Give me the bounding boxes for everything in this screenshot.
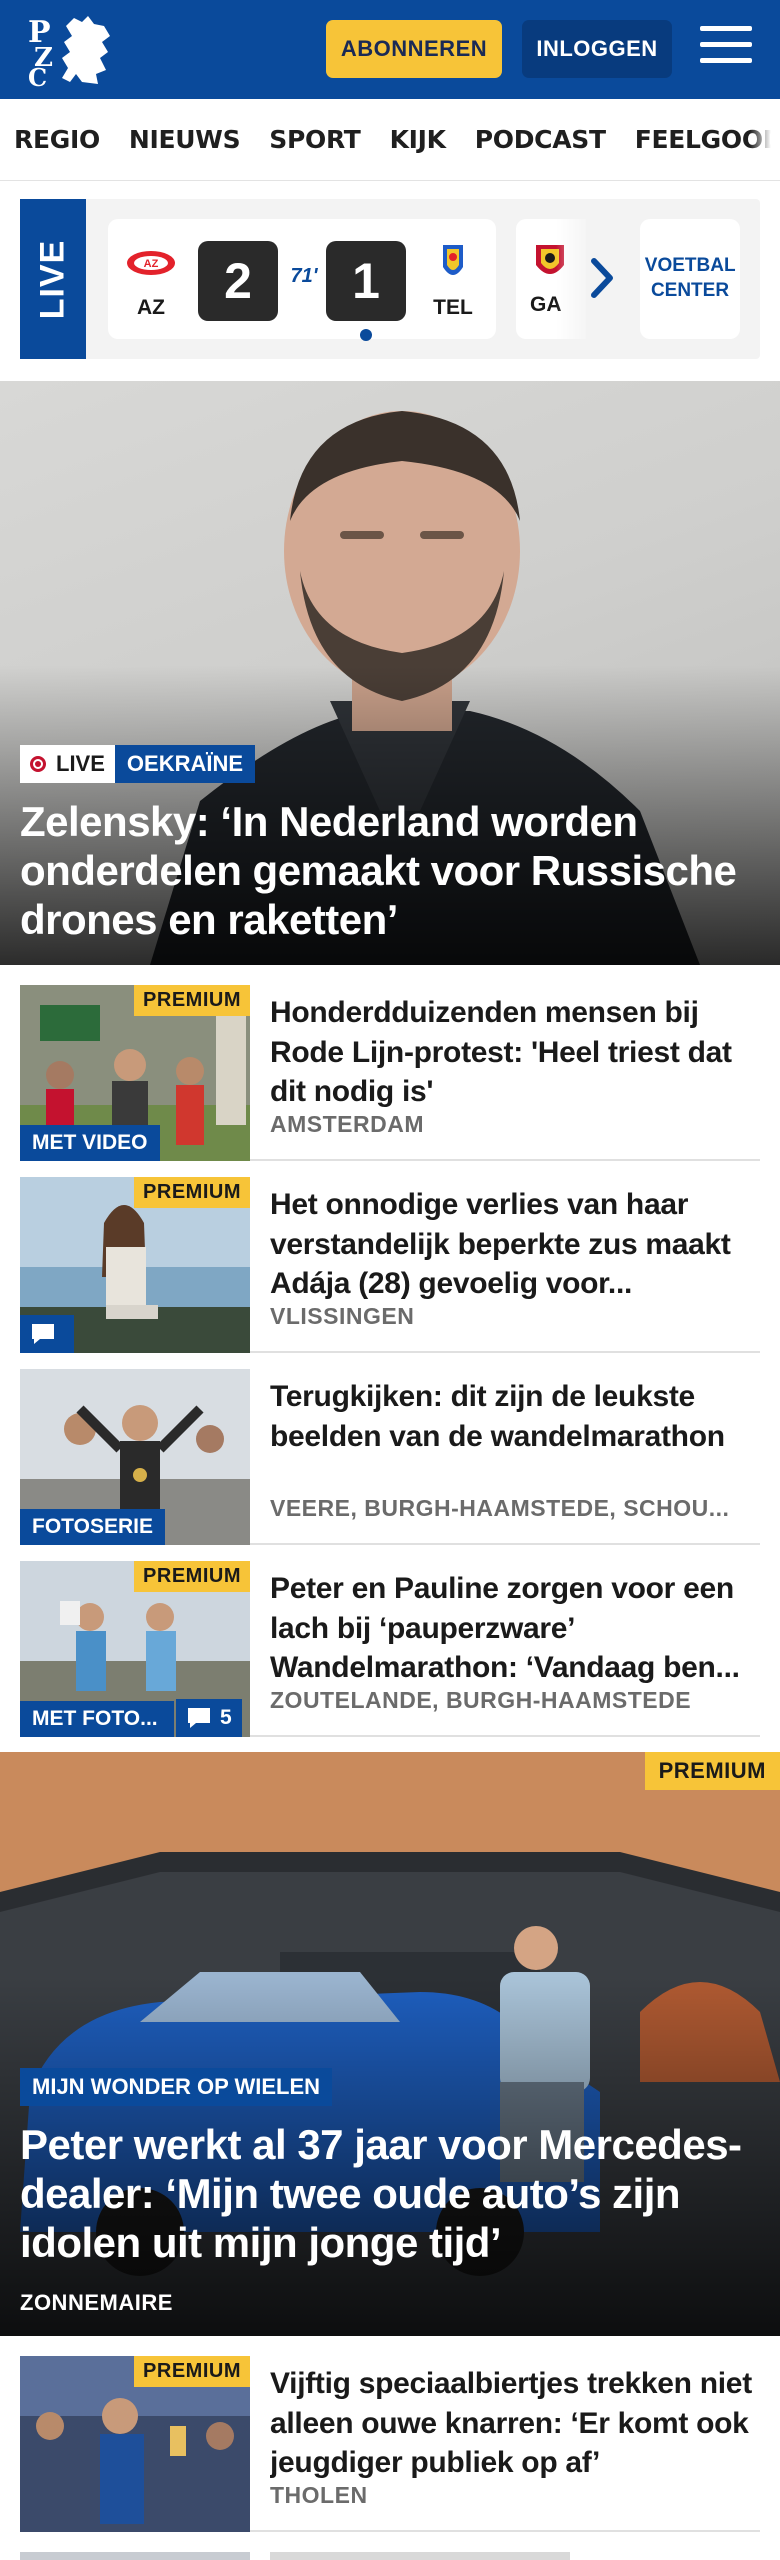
- article-thumbnail: PREMIUM MET VIDEO: [20, 985, 250, 1161]
- voetbal-center-button[interactable]: VOETBAL CENTER: [640, 219, 740, 339]
- comment-icon: [188, 1708, 210, 1728]
- list-item[interactable]: PREMIUM MET FOTO... 5 Peter en Pauline z…: [20, 1561, 760, 1737]
- live-tab-label: LIVE: [33, 239, 72, 319]
- nav-item-podcast[interactable]: PODCAST: [475, 125, 606, 154]
- article-thumbnail: PREMIUM: [20, 1177, 250, 1353]
- hero-article[interactable]: LIVE OEKRAÏNE Zelensky: ‘In Nederland wo…: [0, 381, 780, 965]
- top-header: P Z C ABONNEREN INLOGGEN: [0, 0, 780, 99]
- nav-item-regio[interactable]: REGIO: [14, 125, 100, 154]
- section-nav: REGIO NIEUWS SPORT KIJK PODCAST FEELGOOD: [0, 99, 780, 181]
- subscribe-button[interactable]: ABONNEREN: [326, 20, 502, 78]
- comment-count-badge: 5: [176, 1699, 242, 1737]
- match-minute: 71': [290, 265, 318, 287]
- away-team-abbr: TEL: [433, 296, 473, 319]
- feature-labels: MIJN WONDER OP WIELEN: [20, 2068, 333, 2106]
- live-dot-icon: [30, 756, 46, 772]
- away-score: 1: [326, 241, 406, 321]
- comment-icon: [32, 1324, 54, 1344]
- nav-item-kijk[interactable]: KIJK: [390, 125, 446, 154]
- feature-article[interactable]: PREMIUM MIJN WONDER OP WIELEN Peter werk…: [0, 1752, 780, 2336]
- home-team: AZ AZ: [116, 243, 186, 320]
- home-team-abbr: AZ: [137, 296, 165, 319]
- article-location: THOLEN: [270, 2482, 368, 2508]
- away-team: TEL: [418, 243, 488, 320]
- live-indicator-dot: [360, 329, 372, 341]
- nav-item-sport[interactable]: SPORT: [269, 125, 361, 154]
- article-title[interactable]: Honderdduizenden mensen bij Rode Lijn-pr…: [270, 993, 756, 1113]
- video-tag: MET VIDEO: [20, 1125, 160, 1161]
- comment-count: 5: [220, 1706, 232, 1729]
- article-thumbnail: PREMIUM MET FOTO... 5: [20, 1561, 250, 1737]
- svg-text:C: C: [28, 63, 47, 88]
- list-item[interactable]: PREMIUM Het onnodige verlies van haar ve…: [20, 1177, 760, 1353]
- hero-title[interactable]: Zelensky: ‘In Nederland worden onderdele…: [20, 797, 760, 944]
- article-title[interactable]: Het onnodige verlies van haar verstandel…: [270, 1185, 756, 1305]
- home-score: 2: [198, 241, 278, 321]
- list-item[interactable]: FOTOSERIE Terugkijken: dit zijn de leuks…: [20, 1369, 760, 1545]
- list-item[interactable]: PREMIUM MET VIDEO Honderdduizenden mense…: [20, 985, 760, 1161]
- hamburger-menu-icon[interactable]: [700, 26, 752, 72]
- article-title[interactable]: Vijftig speciaalbiertjes trekken niet al…: [270, 2364, 756, 2484]
- live-label-text: LIVE: [56, 751, 105, 776]
- hero-category-label: OEKRAÏNE: [114, 745, 256, 783]
- list-item[interactable]: PREMIUM Vijftig speciaalbiertjes trekken…: [20, 2356, 760, 2532]
- article-location: AMSTERDAM: [270, 1111, 424, 1137]
- photo-tag: MET FOTO...: [20, 1701, 174, 1737]
- premium-badge: PREMIUM: [134, 2356, 250, 2387]
- live-scores-strip: LIVE AZ AZ 2 71' 1 TEL GA VOETBAL CENTER: [20, 199, 760, 359]
- photo-series-tag: FOTOSERIE: [20, 1509, 165, 1545]
- article-thumbnail: FOTOSERIE: [20, 1369, 250, 1545]
- az-crest-icon: AZ: [127, 251, 175, 275]
- article-title[interactable]: Peter en Pauline zorgen voor een lach bi…: [270, 1569, 756, 1689]
- match-card-az-tel[interactable]: AZ AZ 2 71' 1 TEL: [108, 219, 496, 341]
- article-thumbnail: PREMIUM: [20, 2356, 250, 2532]
- live-label: LIVE: [20, 745, 115, 783]
- comment-badge: [20, 1315, 74, 1353]
- nav-item-nieuws[interactable]: NIEUWS: [129, 125, 241, 154]
- hero-labels: LIVE OEKRAÏNE: [20, 745, 256, 783]
- next-item-thumbnail-peek: [20, 2552, 250, 2560]
- premium-badge: PREMIUM: [134, 1561, 250, 1592]
- next-item-title-peek: [270, 2552, 570, 2560]
- svg-text:AZ: AZ: [144, 258, 159, 270]
- live-tab[interactable]: LIVE: [20, 199, 86, 359]
- chevron-right-icon[interactable]: [588, 255, 618, 301]
- login-button[interactable]: INLOGGEN: [522, 20, 672, 78]
- nav-fade: [750, 99, 780, 180]
- article-location: VEERE, BURGH-HAAMSTEDE, SCHOU...: [270, 1495, 730, 1521]
- pzc-logo[interactable]: P Z C: [26, 12, 116, 88]
- feature-location: ZONNEMAIRE: [20, 2290, 173, 2315]
- feature-category-label: MIJN WONDER OP WIELEN: [20, 2068, 333, 2106]
- article-location: ZOUTELANDE, BURGH-HAAMSTEDE: [270, 1687, 692, 1713]
- premium-badge: PREMIUM: [644, 1752, 780, 1790]
- article-location: VLISSINGEN: [270, 1303, 415, 1329]
- telstar-crest-icon: [443, 245, 463, 275]
- feature-title[interactable]: Peter werkt al 37 jaar voor Mercedes-dea…: [20, 2120, 760, 2267]
- premium-badge: PREMIUM: [134, 1177, 250, 1208]
- premium-badge: PREMIUM: [134, 985, 250, 1016]
- article-title[interactable]: Terugkijken: dit zijn de leukste beelden…: [270, 1377, 756, 1457]
